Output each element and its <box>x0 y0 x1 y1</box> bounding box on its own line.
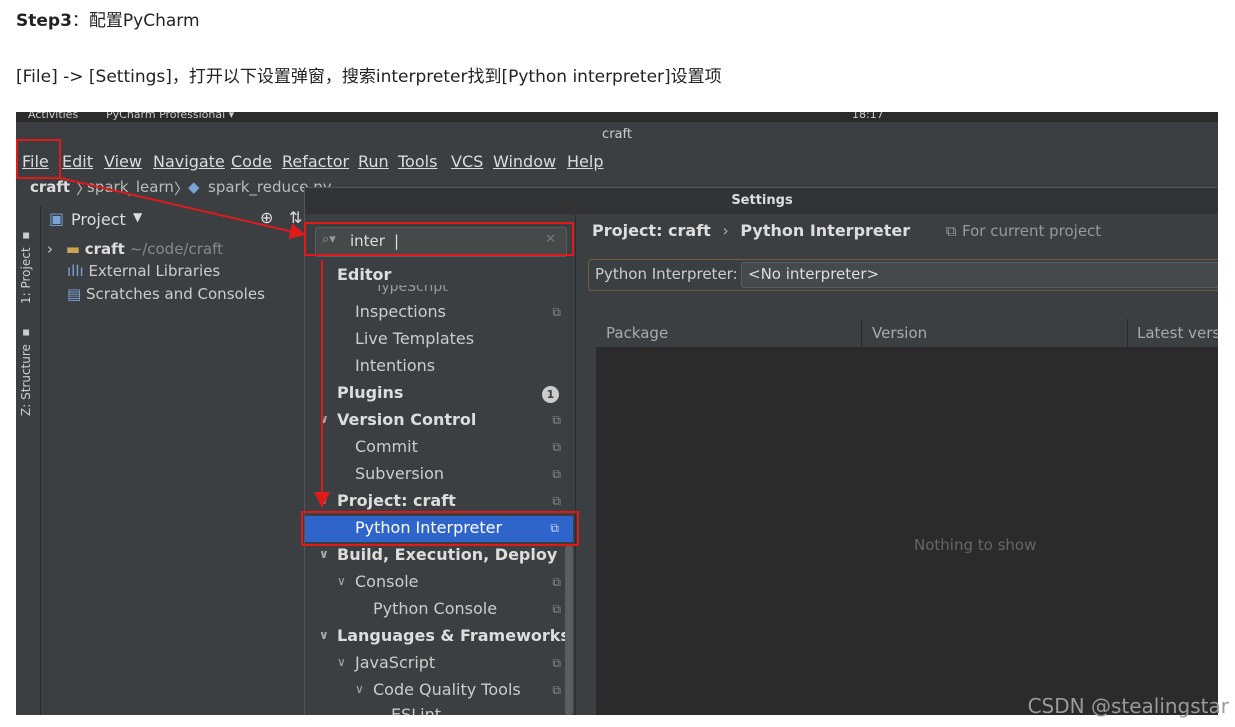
tool-window-strip: 1: Project ▪ Z: Structure ▪ <box>16 206 41 715</box>
tree-root-item[interactable]: › ▬ craft ~/code/craft <box>47 240 223 258</box>
tree-external-libraries[interactable]: ıllı External Libraries <box>67 262 220 280</box>
project-panel-title[interactable]: Project <box>71 210 126 229</box>
clock-label: 18:17 <box>852 112 884 121</box>
library-icon: ıllı <box>67 262 84 280</box>
chevron-down-icon: ∨ <box>319 493 329 507</box>
column-divider <box>1127 319 1128 347</box>
menu-bar: File Edit View Navigate Code Refactor Ru… <box>16 148 1218 174</box>
nav-scrollbar[interactable] <box>565 545 573 715</box>
packages-table: Package Version Latest versi Nothing to … <box>596 319 1218 715</box>
step-description: [File] -> [Settings]，打开以下设置弹窗，搜索interpre… <box>16 67 722 87</box>
nav-item-plugins[interactable]: Plugins 1 <box>305 381 575 407</box>
column-divider <box>861 319 862 347</box>
window-title: craft <box>16 122 1218 148</box>
column-latest-version[interactable]: Latest versi <box>1137 324 1218 342</box>
menu-tools[interactable]: Tools <box>398 152 437 171</box>
system-topbar: Activities PyCharm Professional ▾ 18:17 <box>16 112 1218 122</box>
highlight-python-interpreter <box>301 511 579 546</box>
nav-item-inspections[interactable]: Inspections ⧉ <box>305 300 575 326</box>
highlight-file-menu <box>16 139 61 179</box>
copy-icon: ⧉ <box>552 467 561 481</box>
copy-icon: ⧉ <box>552 440 561 454</box>
activities-label[interactable]: Activities <box>28 112 78 121</box>
nav-item-python-console[interactable]: Python Console ⧉ <box>305 597 575 623</box>
menu-help[interactable]: Help <box>567 152 603 171</box>
column-package[interactable]: Package <box>606 324 668 342</box>
nav-item-javascript[interactable]: ∨ JavaScript ⧉ <box>305 651 575 677</box>
column-version[interactable]: Version <box>872 324 927 342</box>
menu-navigate[interactable]: Navigate <box>153 152 225 171</box>
tree-scratches[interactable]: ▤ Scratches and Consoles <box>67 285 265 303</box>
interpreter-row: Python Interpreter: <No interpreter> <box>588 259 1218 291</box>
project-panel: ▣ Project ▼ ⊕ ⇅ › ▬ craft ~/code/craft ı… <box>41 206 306 715</box>
scope-note: For current project <box>962 222 1102 240</box>
copy-icon: ⧉ <box>552 494 561 508</box>
highlight-search-box <box>304 222 574 256</box>
nav-item-code-quality-tools[interactable]: ∨ Code Quality Tools ⧉ <box>305 678 575 704</box>
python-file-icon: ◆ <box>188 178 200 196</box>
nav-item-languages-frameworks[interactable]: ∨ Languages & Frameworks <box>305 624 575 650</box>
chevron-down-icon: ∨ <box>355 682 364 696</box>
structure-tool-tab[interactable]: Z: Structure ▪ <box>19 316 33 416</box>
menu-view[interactable]: View <box>104 152 142 171</box>
chevron-down-icon: ∨ <box>319 412 329 426</box>
chevron-right-icon: › <box>47 240 53 258</box>
pycharm-screenshot: Activities PyCharm Professional ▾ 18:17 … <box>16 112 1218 715</box>
nav-item-live-templates[interactable]: Live Templates <box>305 327 575 353</box>
nav-item-build-execution[interactable]: ∨Build, Execution, Deploymen <box>305 543 557 569</box>
copy-icon: ⧉ <box>552 602 561 616</box>
settings-content-pane: Project: craft › Python Interpreter ⧉ Fo… <box>576 215 1218 715</box>
nav-item-subversion[interactable]: Subversion ⧉ <box>305 462 575 488</box>
csdn-watermark: CSDN @stealingstar <box>1027 694 1229 718</box>
plugins-badge: 1 <box>542 386 559 403</box>
nav-item-eslint[interactable]: ESLint <box>305 705 575 715</box>
project-tool-tab[interactable]: 1: Project ▪ <box>19 214 33 304</box>
nav-item-console[interactable]: ∨ Console ⧉ <box>305 570 575 596</box>
menu-refactor[interactable]: Refactor <box>282 152 349 171</box>
scratches-icon: ▤ <box>67 285 82 303</box>
copy-icon: ⧉ <box>945 222 957 240</box>
settings-breadcrumb: Project: craft › Python Interpreter ⧉ Fo… <box>592 221 1102 240</box>
menu-vcs[interactable]: VCS <box>451 152 483 171</box>
copy-icon: ⧉ <box>552 575 561 589</box>
copy-icon: ⧉ <box>552 683 561 697</box>
app-menu-label[interactable]: PyCharm Professional ▾ <box>106 112 234 121</box>
packages-table-header: Package Version Latest versi <box>596 319 1218 348</box>
chevron-down-icon[interactable]: ▼ <box>133 210 142 224</box>
nav-item-intentions[interactable]: Intentions <box>305 354 575 380</box>
chevron-right-icon: 〉 <box>174 180 190 198</box>
chevron-down-icon: ∨ <box>337 574 346 588</box>
project-panel-header: ▣ Project ▼ ⊕ ⇅ <box>41 206 306 232</box>
chevron-down-icon: ∨ <box>319 628 329 642</box>
crumb-project[interactable]: craft <box>30 178 70 196</box>
interpreter-label: Python Interpreter: <box>595 265 738 283</box>
nav-item-version-control[interactable]: ∨ Version Control ⧉ <box>305 408 575 434</box>
chevron-down-icon: ∨ <box>319 547 329 561</box>
empty-table-text: Nothing to show <box>914 536 1037 554</box>
menu-window[interactable]: Window <box>493 152 556 171</box>
folder-icon: ▬ <box>65 240 80 258</box>
nav-item-commit[interactable]: Commit ⧉ <box>305 435 575 461</box>
settings-title: Settings <box>305 188 1218 214</box>
menu-run[interactable]: Run <box>358 152 389 171</box>
menu-code[interactable]: Code <box>231 152 272 171</box>
interpreter-select[interactable]: <No interpreter> <box>741 262 1218 288</box>
copy-icon: ⧉ <box>552 305 561 319</box>
crumb-folder[interactable]: spark_learn <box>87 178 174 196</box>
settings-nav-pane: ⌕▾ inter | ✕ TypeScript Editor Inspectio… <box>305 215 576 715</box>
step-heading: Step3：配置PyCharm <box>16 11 200 31</box>
settings-dialog: Settings ⌕▾ inter | ✕ TypeScript Editor … <box>304 187 1218 715</box>
collapse-icon[interactable]: ⇅ <box>289 208 302 227</box>
project-view-icon: ▣ <box>49 209 65 228</box>
menu-edit[interactable]: Edit <box>62 152 93 171</box>
copy-icon: ⧉ <box>552 413 561 427</box>
copy-icon: ⧉ <box>552 656 561 670</box>
locate-icon[interactable]: ⊕ <box>260 208 273 227</box>
chevron-down-icon: ∨ <box>337 655 346 669</box>
nav-item-editor[interactable]: Editor <box>305 263 575 289</box>
